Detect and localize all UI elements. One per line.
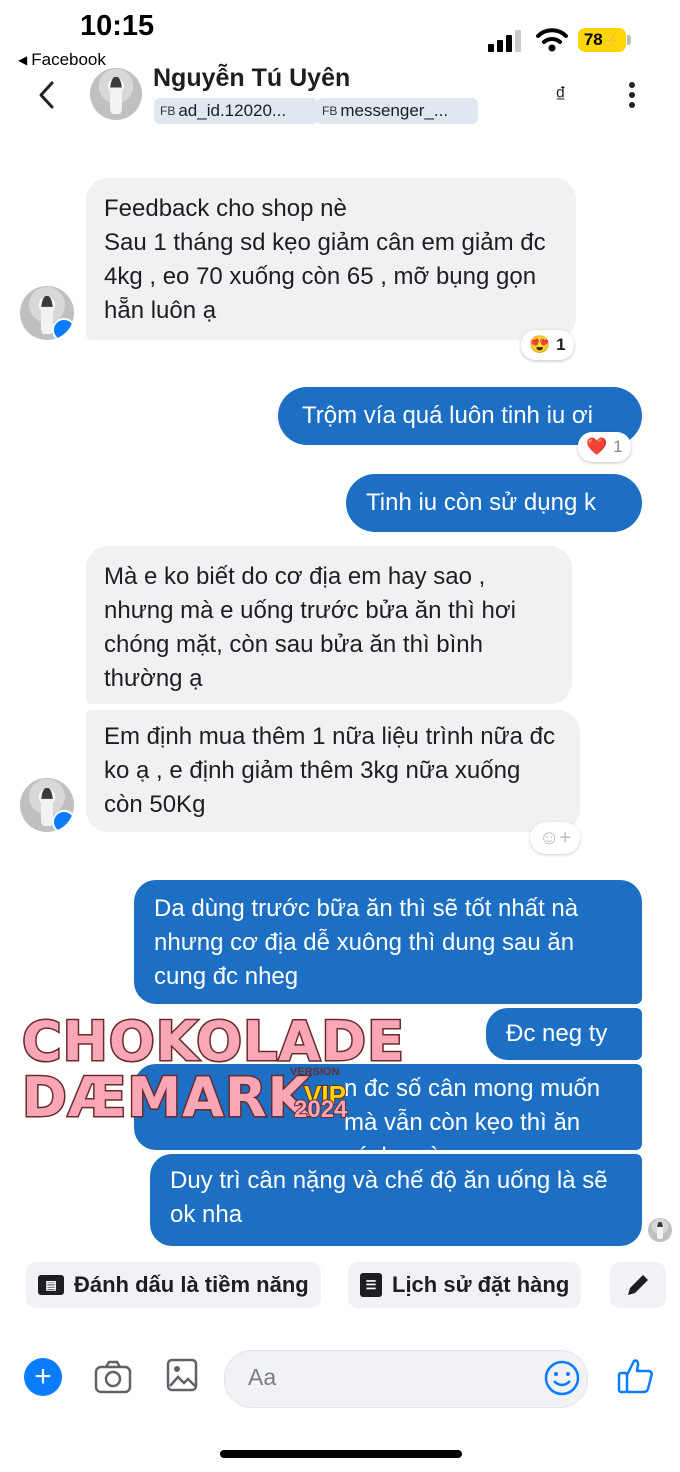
heart-emoji-icon: ❤️ — [586, 437, 608, 456]
camera-icon[interactable] — [94, 1360, 132, 1394]
add-reaction-icon[interactable]: ☺+ — [530, 822, 580, 854]
reaction-count: 1 — [613, 437, 623, 456]
tag-messenger[interactable]: FB messenger_... — [316, 98, 478, 124]
reaction-count: 1 — [556, 335, 566, 354]
image-icon[interactable] — [166, 1358, 198, 1392]
emoji-icon[interactable] — [544, 1360, 580, 1396]
messenger-badge-icon — [52, 810, 74, 832]
plus-icon[interactable]: + — [24, 1358, 62, 1396]
back-chevron-icon[interactable] — [36, 80, 56, 110]
order-history-button[interactable]: ☰ Lịch sử đặt hàng — [348, 1262, 582, 1308]
tag-label: messenger_... — [340, 101, 449, 120]
mark-lead-button[interactable]: ▤ Đánh dấu là tiềm năng — [26, 1262, 321, 1308]
tag-prefix: FB — [160, 104, 176, 118]
watermark-version: VERSION — [290, 1066, 340, 1078]
messenger-badge-icon — [52, 318, 74, 340]
back-app-label: Facebook — [31, 50, 106, 69]
list-icon: ☰ — [360, 1273, 382, 1297]
tag-ad-id[interactable]: FB ad_id.12020... — [154, 98, 318, 124]
message-input-placeholder: Aa — [248, 1364, 277, 1390]
tag-prefix: FB — [322, 104, 338, 118]
like-thumb-icon[interactable] — [616, 1356, 656, 1396]
signal-icon — [488, 30, 521, 52]
battery-level: 78 — [583, 30, 603, 49]
battery-indicator: 78 ⚡ — [578, 28, 626, 52]
order-history-label: Lịch sử đặt hàng — [392, 1272, 570, 1297]
message-bubble[interactable]: Da dùng trước bữa ăn thì sẽ tốt nhất nà … — [134, 880, 642, 1004]
watermark-logo-line1: CHOKOLADE — [21, 1009, 406, 1075]
status-time: 10:15 — [80, 10, 155, 42]
id-card-icon: ▤ — [38, 1275, 64, 1295]
home-indicator — [220, 1450, 462, 1458]
charging-bolt-icon: ⚡ — [602, 31, 621, 48]
watermark-year: 2024 — [293, 1095, 348, 1124]
message-input[interactable] — [224, 1350, 588, 1408]
seen-avatar — [648, 1218, 672, 1242]
more-options-icon[interactable] — [628, 82, 636, 108]
contact-name[interactable]: Nguyễn Tú Uyên — [153, 64, 350, 93]
sender-avatar[interactable] — [20, 778, 74, 832]
heart-eyes-emoji-icon: 😍 — [529, 335, 551, 354]
message-bubble[interactable]: Mà e ko biết do cơ địa em hay sao , nhưn… — [86, 546, 572, 704]
message-reaction[interactable]: 😍 1 — [521, 330, 574, 360]
pencil-icon — [628, 1275, 648, 1295]
wifi-icon — [536, 28, 568, 52]
message-bubble[interactable]: Em định mua thêm 1 nữa liệu trình nữa đc… — [86, 710, 580, 832]
watermark-logo-line2: DÆMARK — [20, 1065, 311, 1131]
message-bubble[interactable]: Tinh iu còn sử dụng k — [346, 474, 642, 532]
battery-tip — [627, 35, 631, 45]
message-reaction[interactable]: ❤️ 1 — [578, 432, 631, 462]
back-triangle-icon: ◀ — [18, 53, 28, 67]
currency-icon[interactable]: ₫ — [555, 82, 566, 108]
message-bubble[interactable]: Duy trì cân nặng và chế độ ăn uống là sẽ… — [150, 1154, 642, 1246]
contact-avatar[interactable] — [90, 68, 142, 120]
back-to-app-link[interactable]: ◀ Facebook — [18, 50, 106, 70]
edit-button[interactable] — [610, 1262, 666, 1308]
mark-lead-label: Đánh dấu là tiềm năng — [74, 1272, 309, 1297]
sender-avatar[interactable] — [20, 286, 74, 340]
tag-label: ad_id.12020... — [178, 101, 287, 120]
message-bubble[interactable]: Đc neg ty — [486, 1008, 642, 1060]
message-bubble[interactable]: Feedback cho shop nè Sau 1 tháng sd kẹo … — [86, 178, 576, 340]
